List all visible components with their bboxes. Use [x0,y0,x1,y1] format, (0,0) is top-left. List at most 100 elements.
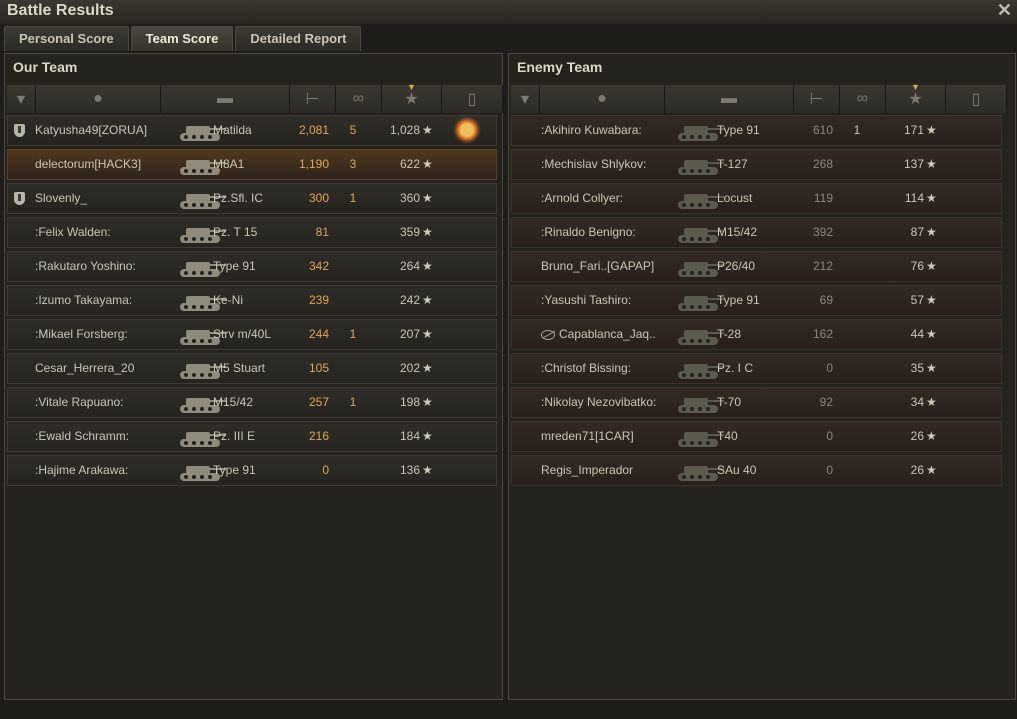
table-row[interactable]: :Mikael Forsberg: Strv m/40L 244 1 207 ★ [7,319,497,350]
kills-value [842,218,872,247]
star-icon: ★ [926,463,937,477]
player-column-header[interactable]: ● [540,85,665,113]
player-column-header[interactable]: ● [36,85,161,113]
table-row[interactable]: Katyusha49[ZORUA] Matilda 2,081 5 1,028 ★ [7,115,497,146]
platoon-icon [14,124,25,137]
table-row[interactable]: :Ewald Schramm: Pz. III E 216 184 ★ [7,421,497,452]
medals-column-header[interactable]: ▯ [946,85,1007,113]
player-name-text: :Akihiro Kuwabara: [541,123,642,137]
vehicle-name: M5 Stuart [213,361,266,375]
table-row[interactable]: :Hajime Arakawa: Type 91 0 136 ★ [7,455,497,486]
vehicle-column-header[interactable]: ▬ [665,85,794,113]
vehicle-name: M15/42 [717,225,758,239]
table-row[interactable]: :Rakutaro Yoshino: Type 91 342 264 ★ [7,251,497,282]
player-name[interactable]: delectorum[HACK3] [35,150,141,179]
star-icon: ★ [926,293,937,307]
player-name[interactable]: Katyusha49[ZORUA] [35,116,147,145]
player-name[interactable]: :Yasushi Tashiro: [541,286,631,315]
player-name-text: :Arnold Collyer: [541,191,624,205]
xp-value: 26 [910,429,924,443]
player-name-text: :Izumo Takayama: [35,293,133,307]
player-name[interactable]: Cesar_Herrera_20 [35,354,134,383]
table-row[interactable]: Slovenly_ Pz.Sfl. IC 300 1 360 ★ [7,183,497,214]
enemy-team-panel: Enemy Team ▾ ● ▬ ⊢ ∞ ▼ ★ ▯ :Akihiro Kuwab… [508,53,1016,700]
xp-column-header[interactable]: ▼ ★ [382,82,442,113]
medals-column-header[interactable]: ▯ [442,85,503,113]
vehicle-name: Ke-Ni [213,293,244,307]
damage-value: 81 [315,225,329,239]
player-name-text: :Yasushi Tashiro: [541,293,632,307]
player-name[interactable]: :Rakutaro Yoshino: [35,252,136,281]
table-row[interactable]: :Rinaldo Benigno: M15/42 392 87 ★ [511,217,1002,248]
table-row[interactable]: Bruno_Fari..[GAPAP] P26/40 212 76 ★ [511,251,1002,282]
player-name[interactable]: :Izumo Takayama: [35,286,132,315]
star-icon: ★ [926,191,937,205]
player-name[interactable]: :Nikolay Nezovibatko: [541,388,656,417]
player-name[interactable]: :Arnold Collyer: [541,184,623,213]
platoon-column-header[interactable]: ▾ [7,85,36,113]
table-row[interactable]: :Christof Bissing: Pz. I C 0 35 ★ [511,353,1002,384]
player-name[interactable]: Bruno_Fari..[GAPAP] [541,252,654,281]
tab-team-score[interactable]: Team Score [130,26,234,51]
damage-column-header[interactable]: ⊢ [794,85,840,113]
close-icon[interactable]: ✕ [997,0,1012,21]
player-name[interactable]: :Mechislav Shlykov: [541,150,646,179]
player-name[interactable]: :Hajime Arakawa: [35,456,128,485]
kills-column-header[interactable]: ∞ [336,85,382,113]
vehicle-name: T40 [717,429,738,443]
table-row[interactable]: :Vitale Rapuano: M15/42 257 1 198 ★ [7,387,497,418]
table-row[interactable]: Regis_Imperador SAu 40 0 26 ★ [511,455,1002,486]
xp-value: 87 [910,225,924,239]
player-name-text: :Vitale Rapuano: [35,395,124,409]
vehicle-name: Type 91 [717,123,760,137]
player-name[interactable]: :Felix Walden: [35,218,111,247]
player-name-text: Bruno_Fari..[GAPAP] [541,259,655,273]
xp-column-header[interactable]: ▼ ★ [886,82,946,113]
tab-detailed-report[interactable]: Detailed Report [235,26,362,51]
vehicle-name: Locust [717,191,753,205]
vehicle-name: Pz. I C [717,361,754,375]
table-row[interactable]: :Arnold Collyer: Locust 119 114 ★ [511,183,1002,214]
player-name-text: :Mikael Forsberg: [35,327,128,341]
kills-value [338,456,368,485]
platoon-column-header[interactable]: ▾ [511,85,540,113]
star-icon: ★ [926,157,937,171]
table-row[interactable]: Cesar_Herrera_20 M5 Stuart 105 202 ★ [7,353,497,384]
player-name[interactable]: Slovenly_ [35,184,87,213]
star-icon: ★ [926,259,937,273]
player-name[interactable]: :Vitale Rapuano: [35,388,124,417]
table-row[interactable]: Capablanca_Jaq.. T-28 162 44 ★ [511,319,1002,350]
player-name[interactable]: :Mikael Forsberg: [35,320,128,349]
player-name-text: :Rinaldo Benigno: [541,225,636,239]
table-row[interactable]: mreden71[1CAR] T40 0 26 ★ [511,421,1002,452]
vehicle-name: M8A1 [213,157,245,171]
xp-value: 184 [399,429,420,443]
tab-bar: Personal Score Team Score Detailed Repor… [4,26,363,52]
xp-value: 137 [903,157,924,171]
xp-value: 264 [399,259,420,273]
player-name[interactable]: :Akihiro Kuwabara: [541,116,642,145]
player-name[interactable]: Regis_Imperador [541,456,633,485]
tab-personal-score[interactable]: Personal Score [4,26,129,51]
table-row[interactable]: :Yasushi Tashiro: Type 91 69 57 ★ [511,285,1002,316]
kills-column-header[interactable]: ∞ [840,85,886,113]
damage-column-header[interactable]: ⊢ [290,85,336,113]
table-row[interactable]: :Nikolay Nezovibatko: T-70 92 34 ★ [511,387,1002,418]
enemy-team-rows: :Akihiro Kuwabara: Type 91 610 1 171 ★:Mechis… [511,115,1002,489]
vehicle-column-header[interactable]: ▬ [161,85,290,113]
medal-icon[interactable] [456,119,478,141]
our-team-header: ▾ ● ▬ ⊢ ∞ ▼ ★ ▯ [7,82,503,113]
player-name[interactable]: :Rinaldo Benigno: [541,218,636,247]
kills-value [842,150,872,179]
player-name[interactable]: :Christof Bissing: [541,354,631,383]
player-name[interactable]: Capablanca_Jaq.. [541,320,656,349]
table-row[interactable]: :Felix Walden: Pz. T 15 81 359 ★ [7,217,497,248]
table-row[interactable]: :Izumo Takayama: Ke-Ni 239 242 ★ [7,285,497,316]
star-icon: ★ [422,327,433,341]
player-name[interactable]: mreden71[1CAR] [541,422,634,451]
xp-value: 202 [399,361,420,375]
table-row[interactable]: delectorum[HACK3] M8A1 1,190 3 622 ★ [7,149,497,180]
player-name[interactable]: :Ewald Schramm: [35,422,129,451]
table-row[interactable]: :Mechislav Shlykov: T-127 268 137 ★ [511,149,1002,180]
table-row[interactable]: :Akihiro Kuwabara: Type 91 610 1 171 ★ [511,115,1002,146]
